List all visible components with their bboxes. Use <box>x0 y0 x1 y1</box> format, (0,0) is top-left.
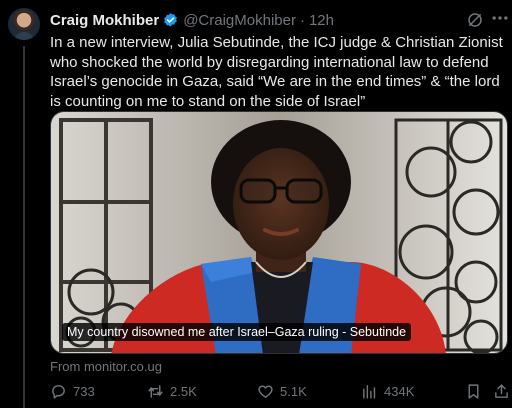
views-button[interactable]: 434K <box>361 383 414 400</box>
reply-count: 733 <box>73 384 95 399</box>
views-icon <box>363 385 376 399</box>
tweet-card[interactable]: Craig Mokhiber @CraigMokhiber · 12h In a… <box>0 0 512 408</box>
author-name[interactable]: Craig Mokhiber <box>50 12 159 29</box>
reply-button[interactable]: 733 <box>50 383 95 400</box>
like-count: 5.1K <box>280 384 307 399</box>
author-handle[interactable]: @CraigMokhiber <box>183 12 296 29</box>
like-button[interactable]: 5.1K <box>257 383 307 400</box>
action-bar: 733 2.5K 5.1K 434K <box>50 383 508 401</box>
tweet-header: Craig Mokhiber @CraigMokhiber · 12h <box>50 10 334 30</box>
media-photo <box>51 112 507 353</box>
verified-badge-icon <box>164 12 177 27</box>
share-icon[interactable] <box>493 383 510 400</box>
link-source[interactable]: From monitor.co.ug <box>50 359 162 374</box>
like-icon <box>258 385 273 398</box>
reply-icon <box>52 385 65 399</box>
bookmark-icon[interactable] <box>465 383 482 400</box>
grok-icon[interactable] <box>466 11 484 29</box>
repost-button[interactable]: 2.5K <box>147 383 197 400</box>
media-caption: My country disowned me after Israel–Gaza… <box>62 323 412 341</box>
more-icon[interactable] <box>490 8 510 28</box>
avatar[interactable] <box>8 8 40 40</box>
tweet-text: In a new interview, Julia Sebutinde, the… <box>50 34 503 110</box>
separator-dot: · <box>299 11 305 29</box>
views-count: 434K <box>384 384 415 399</box>
repost-count: 2.5K <box>170 384 197 399</box>
thread-line <box>23 46 25 408</box>
tweet-media[interactable]: My country disowned me after Israel–Gaza… <box>50 111 508 354</box>
repost-icon <box>148 385 163 398</box>
timestamp[interactable]: 12h <box>309 12 334 29</box>
